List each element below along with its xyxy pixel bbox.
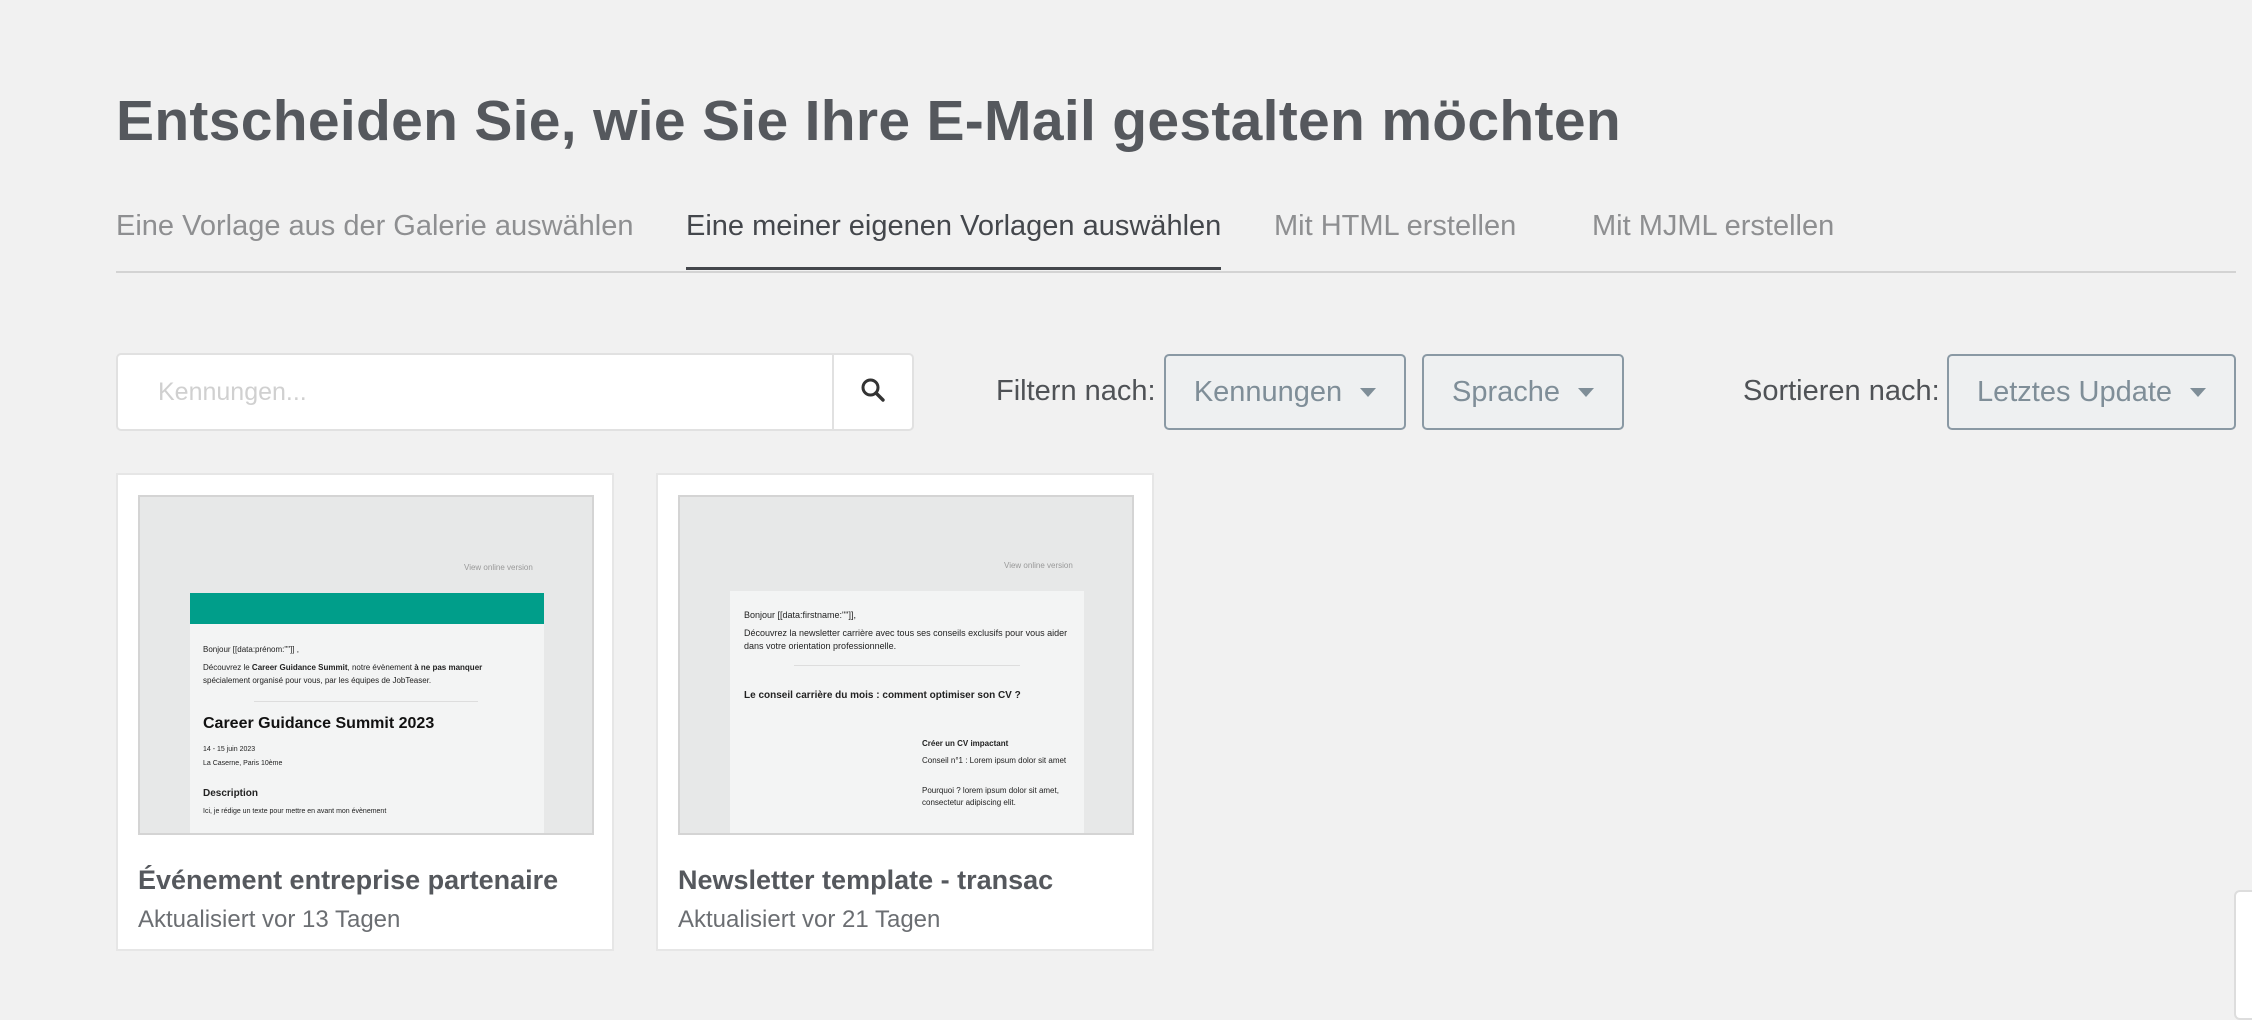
preview-date: 14 - 15 juin 2023 [203,746,256,753]
caret-down-icon [1578,387,1594,397]
preview-desc-text: Ici, je rédige un texte pour mettre en a… [203,808,387,815]
template-card[interactable]: View online version Bonjour [[data:first… [656,473,1154,951]
template-updated: Aktualisiert vor 13 Tagen [138,906,401,933]
caret-down-icon [1360,387,1377,397]
search-box [116,353,914,431]
preview-subtitle: Créer un CV impactant [922,739,1009,748]
sort-dropdown[interactable]: Letztes Update [1947,354,2236,430]
template-title: Événement entreprise partenaire [138,865,559,895]
filter-language-label: Sprache [1451,375,1560,408]
tab-create-mjml[interactable]: Mit MJML erstellen [1592,210,1834,267]
template-title: Newsletter template - transac [678,865,1054,895]
template-card[interactable]: View online version Bonjour [[data:préno… [116,473,614,951]
preview-divider [254,701,478,702]
page-title: Entscheiden Sie, wie Sie Ihre E-Mail ges… [116,89,1621,153]
tab-bar: Eine Vorlage aus der Galerie auswählen E… [116,196,2236,273]
preview-intro: Découvrez le Career Guidance Summit, not… [203,663,483,685]
search-button[interactable] [832,355,912,429]
preview-view-online: View online version [464,563,533,572]
floating-widget-edge[interactable] [2234,890,2252,1020]
caret-down-icon [2190,387,2207,397]
template-preview: View online version Bonjour [[data:first… [678,495,1134,835]
tab-my-templates[interactable]: Eine meiner eigenen Vorlagen auswählen [686,210,1222,270]
preview-intro: Découvrez la newsletter carrière avec to… [744,628,1068,651]
preview-header-bar [190,593,544,624]
filter-tags-label: Kennungen [1193,375,1343,408]
filter-tags-dropdown[interactable]: Kennungen [1164,354,1406,430]
tab-create-html[interactable]: Mit HTML erstellen [1274,210,1516,267]
preview-divider [794,665,1020,666]
preview-view-online: View online version [1004,561,1073,570]
preview-greeting: Bonjour [[data:firstname:""]], [744,610,856,620]
sort-value: Letztes Update [1976,375,2173,408]
preview-desc-title: Description [203,788,259,799]
preview-greeting: Bonjour [[data:prénom:""]] , [203,645,299,654]
filter-label: Filtern nach: [996,375,1156,407]
preview-mail-body: Bonjour [[data:prénom:""]] , Découvrez l… [190,593,544,833]
preview-mail-body: Bonjour [[data:firstname:""]], Découvrez… [730,591,1084,833]
preview-heading: Le conseil carrière du mois : comment op… [744,690,1021,701]
sort-label: Sortieren nach: [1743,375,1940,407]
preview-tip-2: Pourquoi ? lorem ipsum dolor sit amet, c… [922,786,1059,807]
template-updated: Aktualisiert vor 21 Tagen [678,906,941,933]
preview-place: La Caserne, Paris 10ème [203,760,283,767]
preview-heading: Career Guidance Summit 2023 [203,715,435,732]
template-preview: View online version Bonjour [[data:préno… [138,495,594,835]
preview-tip-1: Conseil n°1 : Lorem ipsum dolor sit amet [922,756,1067,765]
search-icon [860,377,886,408]
tab-gallery-templates[interactable]: Eine Vorlage aus der Galerie auswählen [116,210,634,267]
search-input[interactable] [118,355,836,429]
filter-language-dropdown[interactable]: Sprache [1422,354,1624,430]
